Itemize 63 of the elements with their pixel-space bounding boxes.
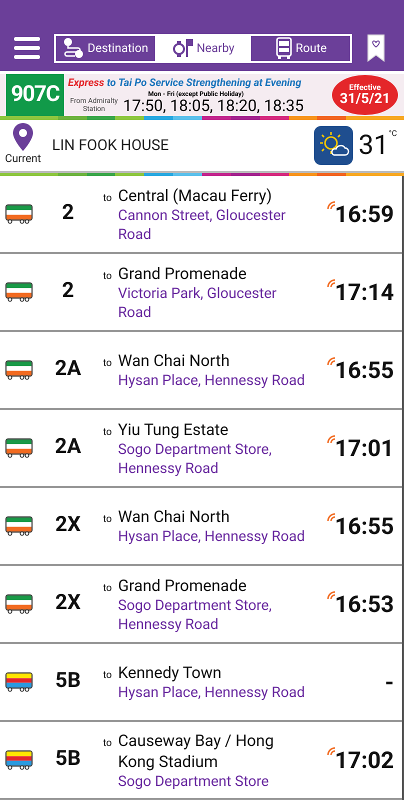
stop-name: Sogo Department Store, Hennessy Road <box>118 596 273 634</box>
destination: Central (Macau Ferry) <box>118 184 273 206</box>
to-label: to <box>103 192 113 206</box>
arrival-time: 16:55 <box>334 358 394 382</box>
route-number: 2X <box>54 512 82 540</box>
to-label: to <box>103 513 113 527</box>
to-label: to <box>103 270 113 284</box>
arrival-row[interactable]: 5B to Causeway Bay / Hong Kong Stadium Sogo Department Store 17:02 <box>0 722 402 800</box>
destination: Kennedy Town <box>118 662 222 683</box>
destination: Causeway Bay / Hong Kong Stadium <box>118 730 275 772</box>
tab[interactable]: Nearby <box>154 36 252 60</box>
route-number: 5B <box>54 746 82 774</box>
arrival-row[interactable]: 2 to Grand Promenade Victoria Park, Gloucester Road 17:14 <box>0 254 402 332</box>
arrival-time: 16:59 <box>334 202 394 226</box>
arrival-time: 16:53 <box>334 592 394 616</box>
stop-name: Sogo Department Store <box>118 772 270 790</box>
arrival-row[interactable]: 2A to Yiu Tung Estate Sogo Department Store, Hennessy Road 17:01 <box>0 410 402 488</box>
location-pin-icon[interactable] <box>13 122 33 151</box>
arrival-row[interactable]: 2X to Wan Chai North Hysan Place, Hennessy Road 16:55 <box>0 488 402 566</box>
destination: Wan Chai North <box>118 506 231 527</box>
banner-headline: Express to Tai Po Service Strengthening at Evening <box>68 76 302 90</box>
route-number: 2A <box>54 434 82 462</box>
arrival-time: 17:02 <box>334 748 394 772</box>
arrival-time: 17:01 <box>334 436 394 460</box>
temperature: 31 <box>358 128 389 163</box>
arrival-row[interactable]: 2 to Central (Macau Ferry) Cannon Street, Gloucester Road 16:59 <box>0 176 402 254</box>
stop-name: LIN FOOK HOUSE <box>52 134 169 156</box>
route-number: 2 <box>60 200 76 228</box>
arrival-row[interactable]: 2A to Wan Chai North Hysan Place, Hennessy Road 16:55 <box>0 332 402 410</box>
menu-icon[interactable] <box>14 35 40 61</box>
route-number: 5B <box>54 668 82 696</box>
stop-name: Hysan Place, Hennessy Road <box>118 683 306 702</box>
location-caption: Current <box>4 150 42 167</box>
arrival-time: 17:14 <box>334 280 394 304</box>
bus-front-icon <box>274 37 293 59</box>
arrival-time: - <box>384 670 394 694</box>
route-number: 2X <box>54 590 82 618</box>
route-badge: 907C <box>6 74 64 116</box>
to-label: to <box>103 669 113 683</box>
temperature-unit: °C <box>388 128 397 140</box>
arrival-row[interactable]: 5B to Kennedy Town Hysan Place, Hennessy Road - <box>0 644 402 722</box>
to-label: to <box>103 426 113 440</box>
stop-name: Hysan Place, Hennessy Road <box>118 371 306 390</box>
to-label: to <box>103 582 113 596</box>
destination: Grand Promenade <box>118 262 248 284</box>
banner-times: 17:50, 18:05, 18:20, 18:35 <box>123 98 304 114</box>
arrival-row[interactable]: 2X to Grand Promenade Sogo Department Store, Hennessy Road 16:53 <box>0 566 402 644</box>
stop-name: Cannon Street, Gloucester Road <box>118 206 287 244</box>
route-icon <box>62 37 84 59</box>
stop-name: Victoria Park, Gloucester Road <box>118 284 278 322</box>
destination: Wan Chai North <box>118 350 231 371</box>
route-number: 2 <box>60 278 76 306</box>
effective-badge: Effective 31/5/21 <box>332 75 398 116</box>
weather-icon <box>314 126 354 165</box>
destination: Grand Promenade <box>118 574 248 596</box>
to-label: to <box>103 736 113 750</box>
destination: Yiu Tung Estate <box>118 418 230 440</box>
route-number: 2A <box>54 356 82 384</box>
watch-flag-icon <box>172 37 194 59</box>
to-label: to <box>103 357 113 371</box>
arrival-time: 16:55 <box>334 514 394 538</box>
stop-name: Hysan Place, Hennessy Road <box>118 527 306 546</box>
stop-name: Sogo Department Store, Hennessy Road <box>118 440 273 478</box>
